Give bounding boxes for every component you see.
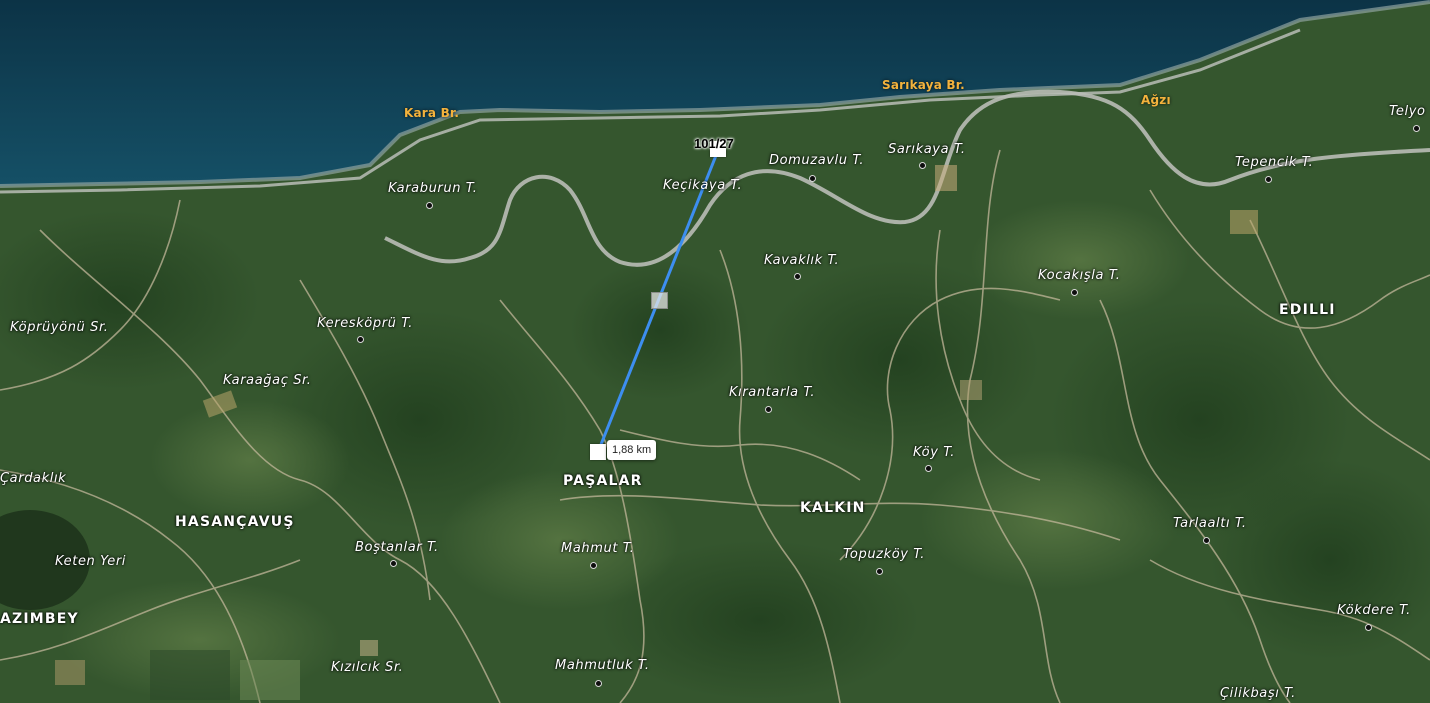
hill-point (595, 680, 602, 687)
measure-mid-handle[interactable] (651, 292, 668, 309)
hill-label: Topuzköy T. (843, 547, 926, 562)
coast-label: Kara Br. (404, 106, 460, 120)
locality-label: Köprüyönü Sr. (10, 320, 109, 335)
hill-label: Kavaklık T. (764, 253, 840, 268)
hill-point (809, 175, 816, 182)
distance-badge: 1,88 km (607, 440, 657, 460)
measure-start-marker[interactable] (590, 444, 606, 460)
hill-point (794, 273, 801, 280)
village-label: HASANÇAVUŞ (175, 514, 295, 530)
hill-point (765, 406, 772, 413)
locality-label: Kızılcık Sr. (331, 660, 404, 675)
hill-label: Keresköprü T. (317, 316, 413, 331)
coast-label: Sarıkaya Br. (882, 78, 965, 92)
hill-label: Telyo (1389, 104, 1426, 119)
satellite-imagery (0, 0, 1430, 703)
hill-point (919, 162, 926, 169)
hill-point (1265, 176, 1272, 183)
hill-point (925, 465, 932, 472)
hill-label: Kocakışla T. (1038, 268, 1121, 283)
hill-label: Karaburun T. (388, 181, 478, 196)
hill-point (426, 202, 433, 209)
hill-label: Tepencik T. (1235, 155, 1314, 170)
hill-label: Tarlaaltı T. (1173, 516, 1247, 531)
village-label: EDILLI (1279, 302, 1336, 318)
hill-label: Çilikbaşı T. (1220, 686, 1296, 701)
hill-point (357, 336, 364, 343)
hill-point (1071, 289, 1078, 296)
hill-point (1203, 537, 1210, 544)
hill-label: Domuzavlu T. (769, 153, 865, 168)
village-label: PAŞALAR (563, 473, 643, 489)
locality-label: Karaağaç Sr. (223, 373, 312, 388)
hill-point (1413, 125, 1420, 132)
hill-label: Mahmutluk T. (555, 658, 650, 673)
hill-point (1365, 624, 1372, 631)
hill-label: Köy T. (913, 445, 955, 460)
hill-label: Mahmut T. (561, 541, 635, 556)
coast-label: Ağzı (1141, 93, 1171, 107)
hill-label: Keçikaya T. (663, 178, 743, 193)
hill-label: Sarıkaya T. (888, 142, 966, 157)
village-label: KALKIN (800, 500, 866, 516)
hill-label: Kökdere T. (1337, 603, 1411, 618)
hill-point (590, 562, 597, 569)
hill-label: Boştanlar T. (355, 540, 439, 555)
locality-label: Keten Yeri (55, 554, 126, 569)
hill-point (876, 568, 883, 575)
map-canvas[interactable]: 101/27 1,88 km Kara Br. Sarıkaya Br. Ağz… (0, 0, 1430, 703)
hill-point (390, 560, 397, 567)
hill-label: Kırantarla T. (729, 385, 816, 400)
locality-label: Çardaklık (0, 471, 67, 486)
parcel-label: 101/27 (694, 136, 734, 151)
village-label: AZIMBEY (0, 611, 79, 627)
